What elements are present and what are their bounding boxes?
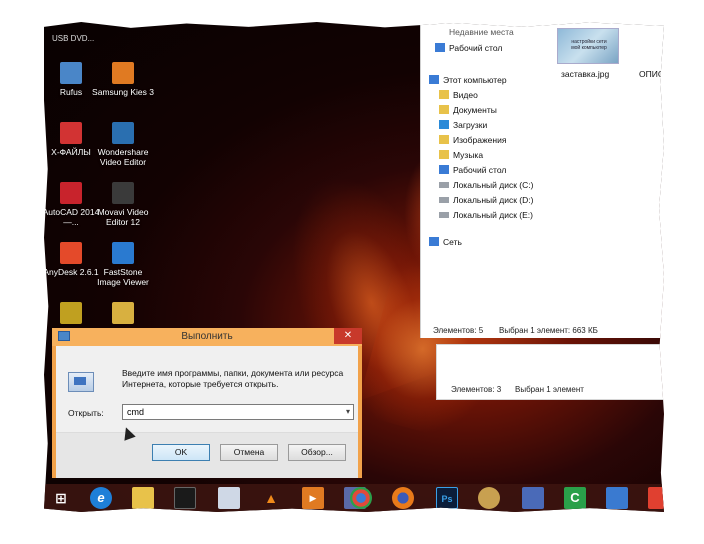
status-item-count: Элементов: 5	[433, 326, 484, 335]
run-command-input[interactable]: cmd	[122, 404, 354, 420]
computer-icon	[429, 75, 439, 84]
status-selected: Выбран 1 элемент	[515, 385, 584, 394]
desktop-icon-label: Movavi Video Editor 12	[97, 207, 149, 227]
media-player-icon[interactable]: ▶	[302, 487, 324, 509]
desktop-icon-wondershare[interactable]: Wondershare Video Editor	[92, 122, 154, 167]
chevron-down-icon[interactable]: ▾	[342, 405, 354, 419]
documents-folder-icon	[439, 105, 449, 114]
desktop-icon-label: Samsung Kies 3	[92, 87, 154, 97]
image-thumbnail[interactable]: настройки сети мой компьютер	[557, 28, 619, 64]
movavi-icon	[112, 182, 134, 204]
ok-button[interactable]: OK	[152, 444, 210, 461]
start-button[interactable]: ⊞	[50, 487, 72, 509]
app-icon[interactable]	[648, 487, 664, 509]
drive-icon	[439, 182, 449, 188]
firefox-icon[interactable]	[392, 487, 414, 509]
wondershare-icon	[112, 122, 134, 144]
control-panel-icon[interactable]	[606, 487, 628, 509]
desktop-icon-samsung-kies[interactable]: Samsung Kies 3	[92, 62, 154, 97]
downloads-folder-icon	[439, 120, 449, 129]
desktop-icon-partial[interactable]	[92, 302, 154, 327]
browse-button[interactable]: Обзор...	[288, 444, 346, 461]
sparkle-app-icon	[60, 302, 82, 324]
rufus-icon	[60, 62, 82, 84]
desktop-folder-icon	[435, 43, 445, 52]
desktop-partial-label: USB DVD...	[52, 34, 95, 43]
pictures-folder-icon	[439, 135, 449, 144]
status-selected: Выбран 1 элемент: 663 КБ	[499, 326, 598, 335]
notepad-icon[interactable]	[218, 487, 240, 509]
screenshot-frame: USB DVD... Rufus Samsung Kies 3 X-ФАЙЛЫ …	[0, 0, 704, 544]
chrome-icon[interactable]	[350, 487, 372, 509]
network-icon	[429, 237, 439, 246]
run-dialog-titlebar[interactable]: Выполнить ✕	[52, 328, 362, 346]
taskbar: ⊞ e ▲ ▶ Ps C	[44, 484, 664, 512]
desktop-icon-label: Wondershare Video Editor	[97, 147, 149, 167]
file-explorer-window: Недавние места Рабочий стол настройки се…	[420, 22, 664, 338]
drive-icon	[439, 212, 449, 218]
cancel-button[interactable]: Отмена	[220, 444, 278, 461]
settings-app-icon[interactable]	[522, 487, 544, 509]
faststone-icon	[112, 242, 134, 264]
run-description: Введите имя программы, папки, документа …	[122, 368, 344, 389]
open-label: Открыть:	[68, 408, 104, 418]
photoshop-icon[interactable]: Ps	[436, 487, 458, 509]
file-name-zastavka[interactable]: заставка.jpg	[561, 68, 609, 80]
archive-icon	[112, 302, 134, 324]
drive-icon	[439, 197, 449, 203]
run-dialog: Выполнить ✕ Введите имя программы, папки…	[52, 328, 362, 478]
desktop-icon-label: FastStone Image Viewer	[97, 267, 149, 287]
paint-icon[interactable]	[478, 487, 500, 509]
desktop-icon-faststone[interactable]: FastStone Image Viewer	[92, 242, 154, 287]
autocad-icon	[60, 182, 82, 204]
video-folder-icon	[439, 90, 449, 99]
run-icon	[68, 372, 94, 392]
samsung-kies-icon	[112, 62, 134, 84]
file-explorer-window-2: Элементов: 3 Выбран 1 элемент	[436, 344, 664, 400]
cmd-icon[interactable]	[174, 487, 196, 509]
music-folder-icon	[439, 150, 449, 159]
desktop-icon-movavi[interactable]: Movavi Video Editor 12	[92, 182, 154, 227]
desktop-icon-label: X-ФАЙЛЫ	[51, 147, 91, 157]
camtasia-icon[interactable]: C	[564, 487, 586, 509]
internet-explorer-icon[interactable]: e	[90, 487, 112, 509]
anydesk-icon	[60, 242, 82, 264]
run-dialog-title: Выполнить	[181, 331, 233, 342]
status-item-count: Элементов: 3	[451, 385, 502, 394]
file-explorer-icon[interactable]	[132, 487, 154, 509]
desktop: USB DVD... Rufus Samsung Kies 3 X-ФАЙЛЫ …	[44, 22, 664, 512]
thumbnail-caption: мой компьютер	[571, 45, 607, 51]
vlc-icon[interactable]: ▲	[260, 487, 282, 509]
desktop-icon-label: AnyDesk 2.6.1	[44, 267, 99, 277]
file-name-partial[interactable]: ОПИСА	[639, 68, 664, 80]
x-files-icon	[60, 122, 82, 144]
desktop-folder-icon	[439, 165, 449, 174]
desktop-icon-label: Rufus	[59, 87, 83, 97]
close-button[interactable]: ✕	[334, 328, 362, 344]
